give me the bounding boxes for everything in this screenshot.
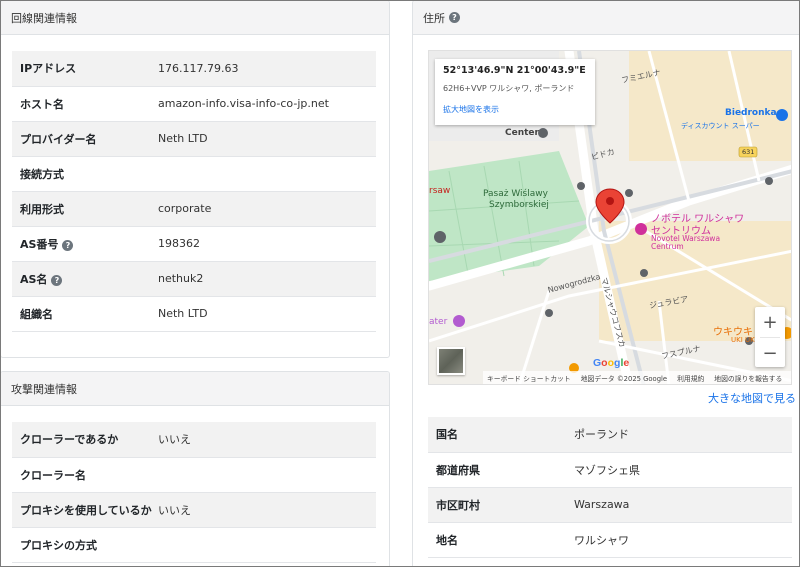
row-key: AS番号 bbox=[20, 237, 59, 251]
map-label: Centrum bbox=[651, 242, 684, 251]
address-header: 住所 ? bbox=[413, 1, 800, 35]
row-value bbox=[158, 156, 376, 192]
row-key: 組織名 bbox=[12, 296, 158, 332]
row-key: IPアドレス bbox=[12, 51, 158, 87]
row-key: プロキシを使用しているか bbox=[12, 492, 158, 528]
table-row: クローラーであるか いいえ bbox=[12, 422, 376, 458]
map-attribution: キーボード ショートカット 地図データ ©2025 Google 利用規約 地図… bbox=[483, 371, 791, 384]
map-coords: 52°13'46.9"N 21°00'43.9"E bbox=[443, 65, 586, 76]
map-label: Pasaż Wiślawy bbox=[483, 189, 548, 199]
table-row: 国名 ポーランド bbox=[428, 417, 792, 453]
line-info-table: IPアドレス 176.117.79.63 ホスト名 amazon-info.vi… bbox=[12, 51, 376, 332]
map-plus-code: 62H6+VVP ワルシャワ, ポーランド bbox=[443, 84, 575, 93]
address-title: 住所 bbox=[423, 11, 445, 25]
row-value: Neth LTD bbox=[158, 121, 376, 157]
map-view[interactable]: フミエルナ Biedronka ディスカウント スーパー Center ピドカ … bbox=[428, 50, 792, 385]
row-key: ホスト名 bbox=[12, 86, 158, 122]
attack-info-table: クローラーであるか いいえ クローラー名 プロキシを使用しているか いいえ プロ… bbox=[12, 422, 376, 563]
table-row: プロキシの方式 bbox=[12, 527, 376, 563]
row-value: いいえ bbox=[158, 492, 376, 528]
table-row: クローラー名 bbox=[12, 457, 376, 493]
attack-info-card: 攻撃関連情報 クローラーであるか いいえ クローラー名 プロキシを使用しているか… bbox=[0, 371, 390, 567]
map-info-window: 52°13'46.9"N 21°00'43.9"E 62H6+VVP ワルシャワ… bbox=[435, 59, 595, 125]
row-key: 地名 bbox=[428, 522, 574, 558]
address-table: 国名 ポーランド 都道府県 マゾフシェ県 市区町村 Warszawa 地名 ワル… bbox=[428, 417, 792, 558]
row-key: クローラーであるか bbox=[12, 422, 158, 458]
row-key: プロバイダー名 bbox=[12, 121, 158, 157]
table-row: 地名 ワルシャワ bbox=[428, 522, 792, 558]
map-label: Biedronka bbox=[725, 108, 777, 118]
row-value bbox=[158, 527, 376, 563]
help-icon[interactable]: ? bbox=[51, 274, 63, 286]
row-value: ワルシャワ bbox=[574, 522, 792, 558]
google-logo: Google bbox=[593, 357, 630, 369]
view-larger-map-link[interactable]: 拡大地図を表示 bbox=[443, 104, 587, 115]
report-error-link[interactable]: 地図の誤りを報告する bbox=[714, 373, 782, 383]
table-row: AS名? nethuk2 bbox=[12, 261, 376, 297]
map-label: 631 bbox=[742, 148, 755, 156]
row-key: AS名 bbox=[20, 272, 48, 286]
map-label: ater bbox=[429, 317, 448, 327]
row-key-with-help: AS番号? bbox=[12, 226, 158, 262]
line-info-title: 回線関連情報 bbox=[11, 11, 77, 25]
row-key: 利用形式 bbox=[12, 191, 158, 227]
map-label: Szymborskiej bbox=[489, 200, 549, 210]
line-info-header: 回線関連情報 bbox=[1, 1, 389, 35]
row-key: 接続方式 bbox=[12, 156, 158, 192]
row-value: corporate bbox=[158, 191, 376, 227]
row-value: amazon-info.visa-info-co-jp.net bbox=[158, 86, 376, 122]
table-row: 市区町村 Warszawa bbox=[428, 487, 792, 523]
larger-map-link[interactable]: 大きな地図で見る bbox=[708, 390, 796, 406]
table-row: AS番号? 198362 bbox=[12, 226, 376, 262]
map-label: ディスカウント スーパー bbox=[681, 122, 760, 130]
zoom-in-button[interactable]: + bbox=[755, 307, 785, 337]
row-key-with-help: AS名? bbox=[12, 261, 158, 297]
satellite-toggle-button[interactable] bbox=[437, 347, 465, 375]
attack-info-title: 攻撃関連情報 bbox=[11, 382, 77, 396]
map-label: UKI UK bbox=[731, 336, 755, 344]
row-key: プロキシの方式 bbox=[12, 527, 158, 563]
row-value bbox=[158, 457, 376, 493]
row-value: 198362 bbox=[158, 226, 376, 262]
row-value: いいえ bbox=[158, 422, 376, 458]
row-key: 市区町村 bbox=[428, 487, 574, 523]
zoom-out-button[interactable]: − bbox=[755, 338, 785, 368]
row-value: ポーランド bbox=[574, 417, 792, 453]
row-key: クローラー名 bbox=[12, 457, 158, 493]
row-key: 都道府県 bbox=[428, 452, 574, 488]
row-value: Warszawa bbox=[574, 487, 792, 523]
map-label: rsaw bbox=[429, 186, 451, 196]
table-row: 利用形式 corporate bbox=[12, 191, 376, 227]
terms-link[interactable]: 利用規約 bbox=[677, 373, 704, 383]
map-data-text: 地図データ ©2025 Google bbox=[580, 374, 668, 383]
row-value: マゾフシェ県 bbox=[574, 452, 792, 488]
table-row: ホスト名 amazon-info.visa-info-co-jp.net bbox=[12, 86, 376, 122]
zoom-controls: + − bbox=[755, 307, 785, 367]
row-value: Neth LTD bbox=[158, 296, 376, 332]
row-value: 176.117.79.63 bbox=[158, 51, 376, 87]
help-icon[interactable]: ? bbox=[449, 12, 460, 23]
table-row: 都道府県 マゾフシェ県 bbox=[428, 452, 792, 488]
attack-info-header: 攻撃関連情報 bbox=[1, 372, 389, 406]
map-label: Center bbox=[505, 128, 539, 138]
table-row: プロバイダー名 Neth LTD bbox=[12, 121, 376, 157]
row-value: nethuk2 bbox=[158, 261, 376, 297]
keyboard-shortcuts-link[interactable]: キーボード ショートカット bbox=[487, 373, 571, 383]
table-row: 組織名 Neth LTD bbox=[12, 296, 376, 332]
row-key: 国名 bbox=[428, 417, 574, 453]
table-row: IPアドレス 176.117.79.63 bbox=[12, 51, 376, 87]
line-info-card: 回線関連情報 IPアドレス 176.117.79.63 ホスト名 amazon-… bbox=[0, 0, 390, 358]
help-icon[interactable]: ? bbox=[62, 239, 74, 251]
table-row: プロキシを使用しているか いいえ bbox=[12, 492, 376, 528]
table-row: 接続方式 bbox=[12, 156, 376, 192]
